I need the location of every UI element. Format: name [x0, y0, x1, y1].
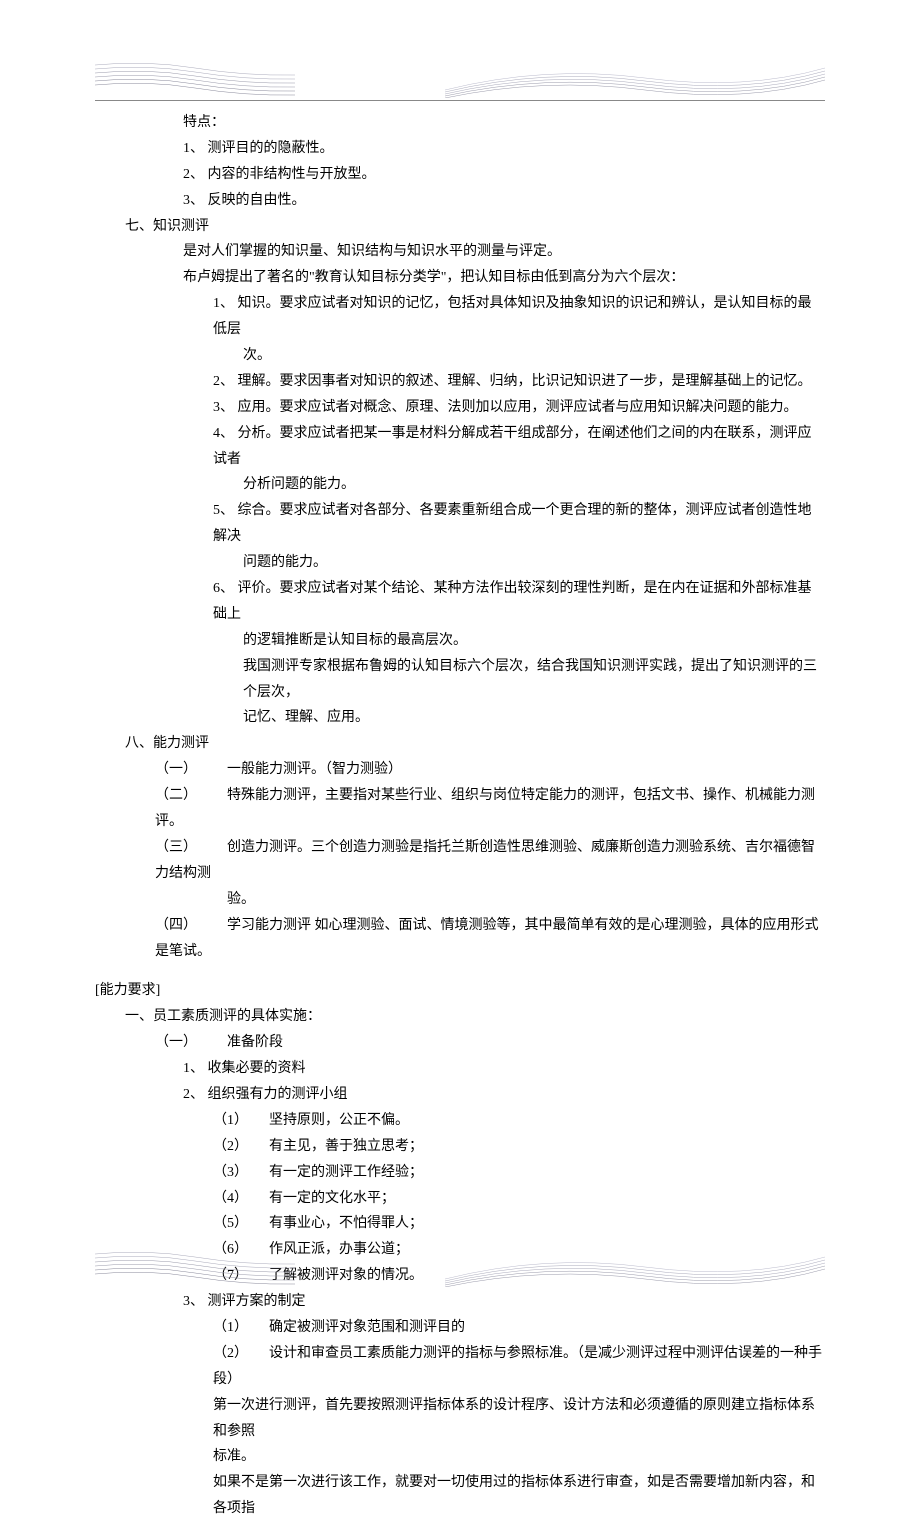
sub-text: 有主见，善于独立思考；: [269, 1139, 423, 1154]
sub-text: 有事业心，不怕得罪人；: [269, 1216, 423, 1231]
sublist-item: （2）有主见，善于独立思考；: [95, 1134, 825, 1160]
item-cont: 验。: [95, 887, 825, 913]
feature-item: 3、 反映的自由性。: [95, 188, 825, 214]
item-text: 评价。要求应试者对某个结论、某种方法作出较深刻的理性判断，是在内在证据和外部标准…: [213, 581, 812, 622]
item-num: 1、: [183, 1061, 204, 1076]
feature-item: 2、 内容的非结构性与开放型。: [95, 162, 825, 188]
sub-num: （5）: [213, 1211, 269, 1237]
wave-right-icon: [445, 60, 825, 98]
item-text: 组织强有力的测评小组: [208, 1087, 348, 1102]
item-text: 学习能力测评 如心理测验、面试、情境测验等，其中最简单有效的是心理测验，具体的应…: [155, 918, 819, 959]
list-item: 3、 测评方案的制定: [95, 1289, 825, 1315]
section-8-heading: 八、能力测评: [95, 731, 825, 757]
list-item: 2、 组织强有力的测评小组: [95, 1082, 825, 1108]
sub-num: （1）: [213, 1315, 269, 1341]
ability-sub: 一、员工素质测评的具体实施：: [95, 1004, 825, 1030]
item-label: （一）: [155, 1030, 227, 1056]
ability-heading: [能力要求]: [95, 978, 825, 1004]
section-7-heading: 七、知识测评: [95, 214, 825, 240]
item-label: （一）: [155, 757, 227, 783]
list-item: （四）学习能力测评 如心理测验、面试、情境测验等，其中最简单有效的是心理测验，具…: [95, 913, 825, 965]
item-text: 分析。要求应试者把某一事是材料分解成若干组成部分，在阐述他们之间的内在联系，测评…: [213, 426, 812, 467]
paragraph: 标准。: [95, 1444, 825, 1470]
sub-num: （2）: [213, 1341, 269, 1367]
item-cont: 的逻辑推断是认知目标的最高层次。: [95, 628, 825, 654]
item-num: 1、: [213, 296, 234, 311]
header-divider: [95, 100, 825, 101]
item-text: 综合。要求应试者对各部分、各要素重新组合成一个更合理的新的整体，测评应试者创造性…: [213, 503, 812, 544]
sub-num: （3）: [213, 1160, 269, 1186]
sublist-item: （4）有一定的文化水平；: [95, 1186, 825, 1212]
list-item: 1、 知识。要求应试者对知识的记忆，包括对具体知识及抽象知识的识记和辨认，是认知…: [95, 291, 825, 343]
item-num: 4、: [213, 426, 234, 441]
sublist-item: （3）有一定的测评工作经验；: [95, 1160, 825, 1186]
footer-decoration: [95, 1249, 825, 1287]
sub-text: 有一定的测评工作经验；: [269, 1165, 423, 1180]
sublist-item: （2）设计和审查员工素质能力测评的指标与参照标准。（是减少测评过程中测评估误差的…: [95, 1341, 825, 1393]
sub-text: 有一定的文化水平；: [269, 1191, 395, 1206]
item-text: 应用。要求应试者对概念、原理、法则加以应用，测评应试者与应用知识解决问题的能力。: [238, 400, 798, 415]
paragraph: 如果不是第一次进行该工作，就要对一切使用过的指标体系进行审查，如是否需要增加新内…: [95, 1470, 825, 1522]
blank-line: [95, 964, 825, 978]
sub-num: （4）: [213, 1186, 269, 1212]
list-item: 4、 分析。要求应试者把某一事是材料分解成若干组成部分，在阐述他们之间的内在联系…: [95, 421, 825, 473]
item-text: 知识。要求应试者对知识的记忆，包括对具体知识及抽象知识的识记和辨认，是认知目标的…: [213, 296, 812, 337]
wave-left-icon: [95, 1249, 295, 1287]
section-7-intro: 是对人们掌握的知识量、知识结构与知识水平的测量与评定。: [95, 239, 825, 265]
sub-num: （2）: [213, 1134, 269, 1160]
item-label: （二）: [155, 783, 227, 809]
item-text: 理解。要求因事者对知识的叙述、理解、归纳，比识记知识进了一步，是理解基础上的记忆…: [238, 374, 812, 389]
item-num: 5、: [213, 503, 234, 518]
header-decoration: [95, 60, 825, 98]
item-text: 准备阶段: [227, 1035, 283, 1050]
feature-item: 1、 测评目的的隐蔽性。: [95, 136, 825, 162]
item-text: 收集必要的资料: [208, 1061, 306, 1076]
section-7-intro: 布卢姆提出了著名的"教育认知目标分类学"，把认知目标由低到高分为六个层次：: [95, 265, 825, 291]
item-label: （三）: [155, 835, 227, 861]
item-num: 6、: [213, 581, 234, 596]
sublist-item: （1）坚持原则，公正不偏。: [95, 1108, 825, 1134]
list-item: （一）准备阶段: [95, 1030, 825, 1056]
list-item: 2、 理解。要求因事者对知识的叙述、理解、归纳，比识记知识进了一步，是理解基础上…: [95, 369, 825, 395]
item-text: 一般能力测评。（智力测验）: [227, 762, 402, 777]
item-text: 特殊能力测评，主要指对某些行业、组织与岗位特定能力的测评，包括文书、操作、机械能…: [155, 788, 815, 829]
list-item: 6、 评价。要求应试者对某个结论、某种方法作出较深刻的理性判断，是在内在证据和外…: [95, 576, 825, 628]
item-label: （四）: [155, 913, 227, 939]
item-cont: 分析问题的能力。: [95, 472, 825, 498]
item-num: 2、: [213, 374, 234, 389]
list-item: （二）特殊能力测评，主要指对某些行业、组织与岗位特定能力的测评，包括文书、操作、…: [95, 783, 825, 835]
section-7-tail: 我国测评专家根据布鲁姆的认知目标六个层次，结合我国知识测评实践，提出了知识测评的…: [95, 654, 825, 706]
list-item: 1、 收集必要的资料: [95, 1056, 825, 1082]
section-7-tail: 记忆、理解、应用。: [95, 705, 825, 731]
sublist-item: （5）有事业心，不怕得罪人；: [95, 1211, 825, 1237]
item-cont: 次。: [95, 343, 825, 369]
list-item: 3、 应用。要求应试者对概念、原理、法则加以应用，测评应试者与应用知识解决问题的…: [95, 395, 825, 421]
list-item: （三）创造力测评。三个创造力测验是指托兰斯创造性思维测验、威廉斯创造力测验系统、…: [95, 835, 825, 887]
sub-text: 坚持原则，公正不偏。: [269, 1113, 409, 1128]
item-cont: 问题的能力。: [95, 550, 825, 576]
sublist-item: （1）确定被测评对象范围和测评目的: [95, 1315, 825, 1341]
item-text: 创造力测评。三个创造力测验是指托兰斯创造性思维测验、威廉斯创造力测验系统、吉尔福…: [155, 840, 815, 881]
list-item: （一）一般能力测评。（智力测验）: [95, 757, 825, 783]
document-body: 特点： 1、 测评目的的隐蔽性。 2、 内容的非结构性与开放型。 3、 反映的自…: [95, 110, 825, 1522]
features-label: 特点：: [95, 110, 825, 136]
sub-num: （1）: [213, 1108, 269, 1134]
item-num: 3、: [213, 400, 234, 415]
wave-right-icon: [445, 1249, 825, 1287]
paragraph: 第一次进行测评，首先要按照测评指标体系的设计程序、设计方法和必须遵循的原则建立指…: [95, 1393, 825, 1445]
sub-text: 确定被测评对象范围和测评目的: [269, 1320, 465, 1335]
wave-left-icon: [95, 60, 295, 98]
list-item: 5、 综合。要求应试者对各部分、各要素重新组合成一个更合理的新的整体，测评应试者…: [95, 498, 825, 550]
item-num: 2、: [183, 1087, 204, 1102]
sub-text: 设计和审查员工素质能力测评的指标与参照标准。（是减少测评过程中测评估误差的一种手…: [213, 1346, 822, 1387]
